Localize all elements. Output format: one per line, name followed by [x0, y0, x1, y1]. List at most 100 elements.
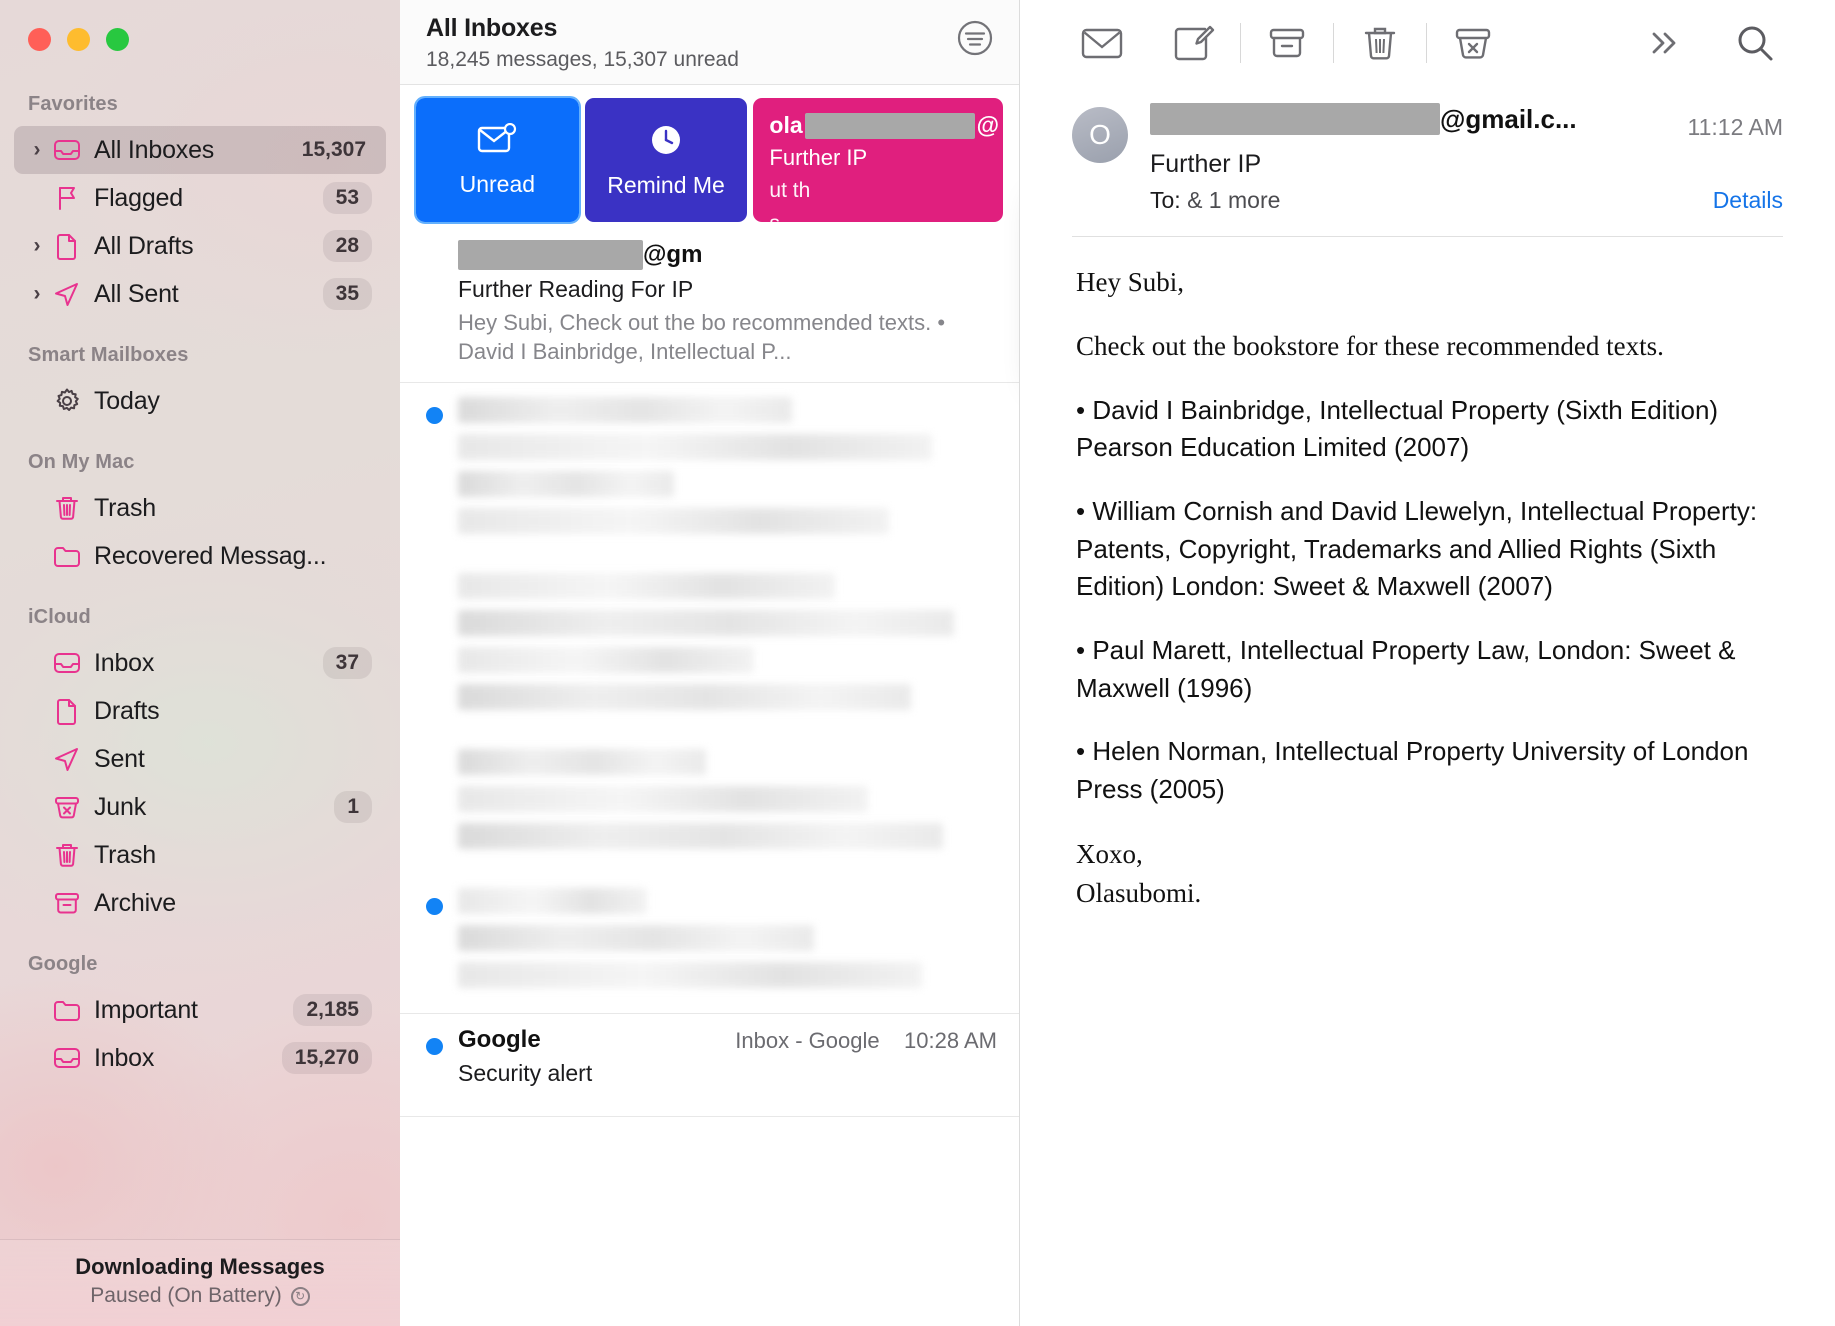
swipe-action-unread[interactable]: Unread	[414, 96, 581, 224]
peek-preview-1: ut th	[769, 179, 811, 202]
archive-icon[interactable]	[1241, 13, 1333, 73]
refresh-icon[interactable]: ↻	[290, 1286, 310, 1306]
sidebar-item-archive[interactable]: ›Archive	[14, 879, 386, 927]
blurred-message-rows	[400, 383, 1019, 1013]
activity-title: Downloading Messages	[75, 1254, 325, 1279]
minimize-button[interactable]	[67, 28, 90, 51]
sidebar-item-all-sent[interactable]: › All Sent 35	[14, 270, 386, 318]
reading-pane: O @gmail.c... 11:12 AM Further IP To: & …	[1020, 0, 1835, 1326]
sidebar-item-junk[interactable]: ›Junk1	[14, 783, 386, 831]
swipe-action-row: Unread Remind Me ola @ Further IP ut th	[400, 85, 1019, 228]
sidebar-item-inbox[interactable]: ›Inbox15,270	[14, 1034, 386, 1082]
chevron-right-icon[interactable]: ›	[28, 138, 46, 162]
sidebar-item-trash[interactable]: ›Trash	[14, 831, 386, 879]
swipe-remind-label: Remind Me	[607, 171, 725, 198]
sidebar-item-label: Recovered Messag...	[94, 541, 327, 570]
sidebar-item-label: Junk	[94, 792, 147, 821]
body-bullet-list: • David I Bainbridge, Intellectual Prope…	[1076, 392, 1783, 809]
trash-icon	[50, 493, 84, 523]
junk-icon[interactable]	[1427, 13, 1519, 73]
message-list-item[interactable]: Google Inbox - Google 10:28 AM Security …	[400, 1013, 1019, 1118]
body-signoff-2: Olasubomi.	[1076, 877, 1202, 908]
sidebar-section-header: Smart Mailboxes	[28, 344, 189, 366]
chevron-right-icon[interactable]: ›	[28, 282, 46, 306]
message-list-item[interactable]: @gm Further Reading For IP Hey Subi, Che…	[400, 228, 1019, 384]
sidebar: Favorites › All Inboxes 15,307 › Flagged 53 › Al…	[0, 0, 400, 1326]
sidebar-item-label: Inbox	[94, 648, 155, 677]
inbox-icon	[50, 135, 84, 165]
sidebar-item-flagged[interactable]: ›Flagged53	[14, 174, 386, 222]
body-bullet: • Helen Norman, Intellectual Property Un…	[1076, 736, 1749, 805]
more-chevrons-icon[interactable]	[1617, 13, 1709, 73]
activity-subtitle: Paused (On Battery)	[90, 1284, 282, 1307]
details-link[interactable]: Details	[1713, 187, 1783, 214]
sidebar-item-label: Inbox	[94, 1043, 155, 1072]
sidebar-mailbox-list[interactable]: Favorites › All Inboxes 15,307 › Flagged 53 › Al…	[0, 51, 400, 1082]
zoom-button[interactable]	[106, 28, 129, 51]
message-list-item[interactable]	[400, 383, 1019, 559]
sidebar-item-inbox[interactable]: ›Inbox37	[14, 639, 386, 687]
message-time: 10:28 AM	[904, 1028, 997, 1054]
sidebar-item-label: All Sent	[94, 279, 179, 308]
sidebar-item-recovered-messag[interactable]: ›Recovered Messag...	[14, 532, 386, 580]
message-sender-domain: @gm	[643, 241, 703, 268]
sidebar-item-drafts[interactable]: ›Drafts	[14, 687, 386, 735]
body-greeting: Hey Subi,	[1076, 267, 1184, 297]
compose-icon[interactable]	[1148, 13, 1240, 73]
message-subject: Further Reading For IP	[458, 276, 694, 302]
sidebar-section-header: Google	[28, 953, 98, 975]
paper-plane-icon	[50, 279, 84, 309]
trash-icon[interactable]	[1334, 13, 1426, 73]
close-button[interactable]	[28, 28, 51, 51]
chevron-right-icon[interactable]: ›	[28, 234, 46, 258]
sidebar-item-all-inboxes[interactable]: › All Inboxes 15,307	[14, 126, 386, 174]
message-list-item[interactable]	[400, 735, 1019, 874]
unread-indicator-dot	[426, 898, 443, 916]
swipe-unread-label: Unread	[459, 170, 536, 197]
to-label: To:	[1150, 187, 1181, 213]
peek-preview-2: s.	[769, 210, 785, 222]
sidebar-item-sent[interactable]: ›Sent	[14, 735, 386, 783]
unread-envelope-icon	[478, 122, 517, 152]
sidebar-item-count: 15,270	[281, 1042, 372, 1074]
peek-subject: Further IP	[769, 145, 868, 170]
message-list-item[interactable]	[400, 559, 1019, 735]
message-row-peek[interactable]: ola @ Further IP ut th s.	[753, 98, 1003, 222]
peek-sender-prefix: ola	[769, 112, 803, 138]
sidebar-item-count: 15,307	[301, 138, 366, 161]
redacted-sender-block	[458, 240, 643, 270]
message-list-header: All Inboxes 18,245 messages, 15,307 unre…	[400, 0, 1019, 85]
sidebar-item-important[interactable]: ›Important2,185	[14, 986, 386, 1034]
message-subject: Security alert	[458, 1060, 593, 1087]
mailbox-counts: 18,245 messages, 15,307 unread	[426, 48, 739, 71]
folder-icon	[50, 541, 84, 571]
sidebar-item-count: 2,185	[293, 994, 372, 1026]
to-value: & 1 more	[1187, 187, 1281, 213]
unread-indicator-dot	[426, 1038, 443, 1056]
inbox-icon	[50, 648, 84, 678]
peek-sender-suffix: @	[976, 112, 1000, 138]
message-sender: @gm	[458, 240, 997, 270]
window-traffic-lights[interactable]	[0, 0, 400, 51]
sidebar-item-all-drafts[interactable]: › All Drafts 28	[14, 222, 386, 270]
message-sender: @gmail.c...	[1150, 103, 1577, 135]
mark-read-icon[interactable]	[1056, 13, 1148, 73]
sidebar-item-label: Sent	[94, 744, 145, 773]
gear-icon	[50, 386, 84, 416]
mailbox-name: Inbox - Google	[735, 1028, 880, 1054]
sidebar-item-label: Today	[94, 386, 160, 415]
sidebar-item-count: 35	[322, 278, 372, 310]
filter-icon[interactable]	[953, 16, 997, 65]
sidebar-section-header: iCloud	[28, 606, 91, 628]
sidebar-item-trash[interactable]: ›Trash	[14, 484, 386, 532]
inbox-icon	[50, 1043, 84, 1073]
document-icon	[50, 231, 84, 261]
document-icon	[50, 696, 84, 726]
redacted-sender-block	[1150, 103, 1440, 135]
sidebar-item-today[interactable]: ›Today	[14, 377, 386, 425]
swipe-action-remind-me[interactable]: Remind Me	[584, 98, 748, 222]
sidebar-section-header: Favorites	[28, 93, 118, 115]
search-icon[interactable]	[1709, 13, 1801, 73]
message-list-item[interactable]	[400, 874, 1019, 1013]
trash-icon	[50, 840, 84, 870]
